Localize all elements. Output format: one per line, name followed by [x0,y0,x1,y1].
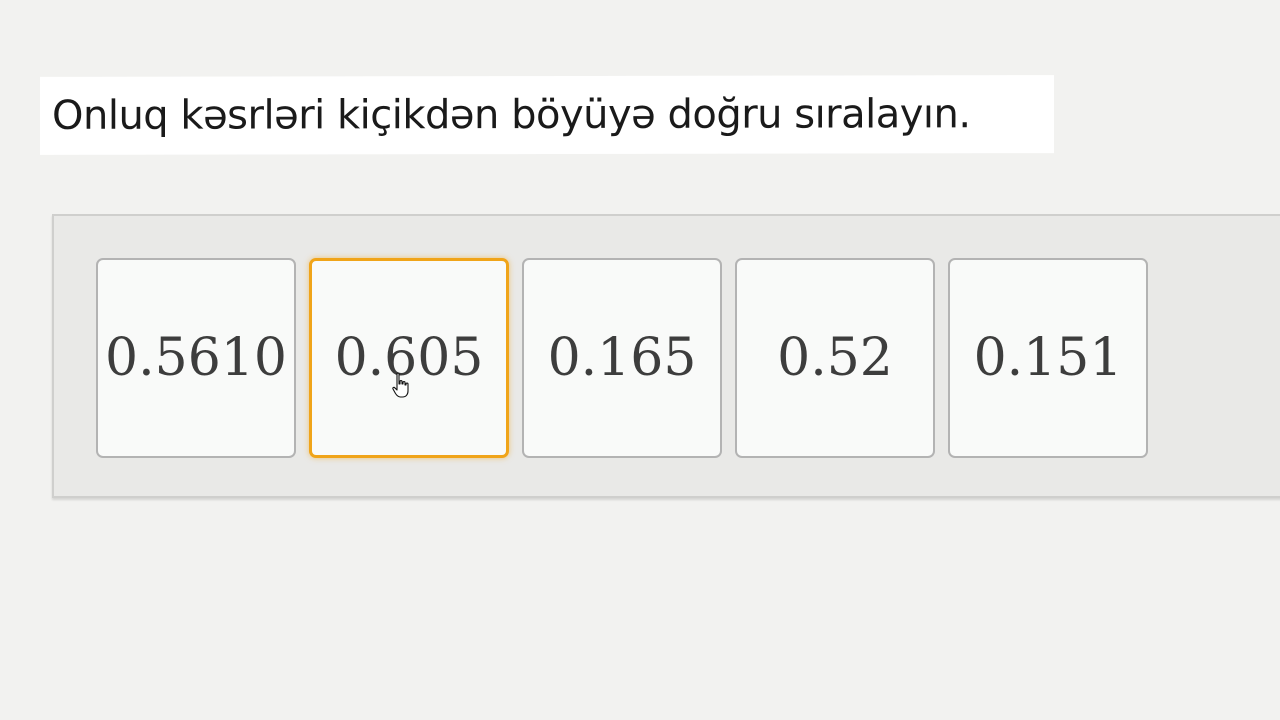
instruction-text: Onluq kəsrləri kiçikdən böyüyə doğru sır… [40,75,1054,155]
sortable-card-selected[interactable]: 0.605 [309,258,509,458]
sortable-card[interactable]: 0.151 [948,258,1148,458]
sortable-card[interactable]: 0.165 [522,258,722,458]
exercise-page: Onluq kəsrləri kiçikdən böyüyə doğru sır… [0,0,1280,720]
sortable-tray: 0.5610 0.605 0.165 0.52 0.151 [52,214,1280,498]
sortable-card[interactable]: 0.52 [735,258,935,458]
sortable-card[interactable]: 0.5610 [96,258,296,458]
